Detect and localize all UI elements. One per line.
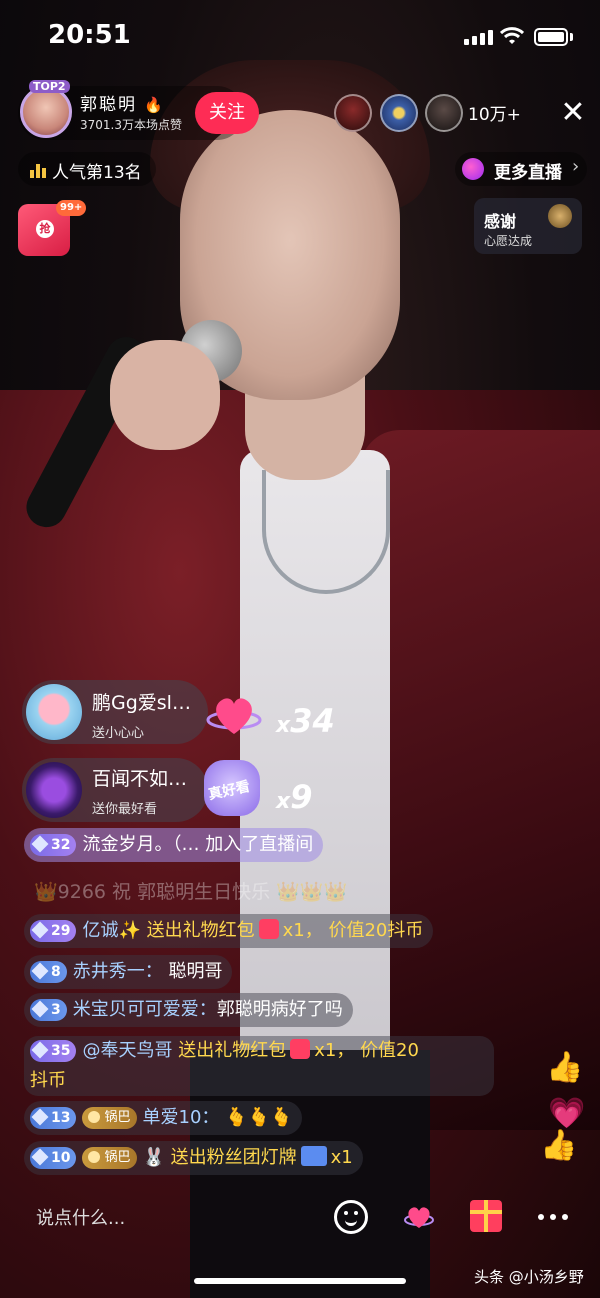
chat-message[interactable]: 35 @奉天鸟哥 送出礼物红包 x1， 价值20 抖币 (24, 1036, 494, 1096)
live-stream-screen: 20:51 TOP2 郭聪明 🔥 3701.3万本场点赞 关注 10万+ ✕ 人… (0, 0, 600, 1298)
battery-cap (570, 33, 573, 41)
fire-icon: 🔥 (144, 96, 166, 114)
chat-message[interactable]: 10 锅巴 🐰 送出粉丝团灯牌 x1 (24, 1141, 363, 1175)
gift-combo-count: x9 (276, 778, 313, 816)
wifi-icon (500, 27, 524, 44)
watermark: 头条 @小汤乡野 (474, 1268, 584, 1286)
chat-message[interactable]: 8 赤井秀一： 聪明哥 (24, 955, 233, 989)
host-name-text: 郭聪明 (80, 95, 137, 115)
message-text: 聪明哥 (168, 961, 223, 982)
like-heart-icon[interactable] (404, 1202, 434, 1230)
thumbs-up-float-icon: 👍 (546, 1050, 584, 1085)
envelope-seal: 抢 (36, 220, 54, 238)
user-avatar[interactable] (26, 762, 82, 818)
rank-badge: TOP2 (29, 80, 70, 93)
thumbs-up-float-icon: 👍 (540, 1128, 578, 1163)
user-name: 亿诚✨ (82, 920, 141, 941)
chat-message[interactable]: 3 米宝贝可可爱爱：郭聪明病好了吗 (24, 993, 353, 1027)
join-message: 32 流金岁月。（… 加入了直播间 (24, 828, 324, 862)
envelope-count-badge: 99+ (56, 200, 87, 216)
live-planet-icon (462, 158, 484, 180)
more-icon[interactable] (538, 1214, 568, 1220)
wish-card-title: 感谢 (484, 212, 517, 231)
signal-icon (464, 30, 493, 45)
gift-action: 送出礼物红包 (178, 1040, 287, 1061)
chat-message[interactable]: 13 锅巴 单爱10： 🫰🫰🫰 (24, 1101, 303, 1135)
chat-message[interactable]: 29 亿诚✨ 送出礼物红包 x1， 价值20抖币 (24, 914, 434, 948)
fan-club-badge: 锅巴 (82, 1107, 137, 1129)
host-likes: 3701.3万本场点赞 (80, 118, 182, 132)
faded-message: 👑9266 祝 郭聪明生日快乐 👑👑👑 (34, 881, 348, 903)
viewer-avatar[interactable] (425, 94, 463, 132)
user-avatar[interactable] (26, 684, 82, 740)
chevron-right-icon: › (572, 156, 580, 177)
message-text: 🫰🫰🫰 (225, 1107, 293, 1128)
gift-text: 真好看 (207, 778, 252, 804)
wish-card-subtitle: 心愿达成 (484, 234, 533, 248)
user-name: 🐰 (142, 1147, 165, 1168)
gift-icon[interactable] (470, 1200, 502, 1232)
fan-lightboard-icon (300, 1146, 327, 1166)
user-level-badge: 35 (30, 1040, 77, 1062)
home-indicator[interactable] (194, 1278, 406, 1284)
wish-card-avatar (548, 204, 572, 228)
gift-value: 价值20抖币 (328, 920, 424, 941)
viewer-count[interactable]: 10万+ (468, 98, 552, 132)
user-name: 单爱10： (142, 1107, 220, 1128)
bar-chart-icon (30, 160, 46, 178)
user-level-badge: 10 (30, 1147, 77, 1169)
user-name: 流金岁月。（… (82, 834, 200, 855)
host-avatar[interactable] (20, 86, 72, 138)
comment-input[interactable]: 说点什么... (18, 1196, 336, 1242)
gift-value: 价值20 (360, 1040, 419, 1061)
popularity-rank: 人气第13名 (52, 163, 142, 183)
gift-icon: 真好看 (204, 760, 260, 816)
close-icon[interactable]: ✕ (558, 98, 588, 128)
user-name: 米宝贝可可爱爱： (72, 999, 217, 1020)
fan-club-badge: 锅巴 (82, 1147, 137, 1169)
message-text: 郭聪明病好了吗 (216, 999, 343, 1020)
gift-action: 送你最好看 (92, 802, 158, 817)
clock: 20:51 (48, 20, 131, 50)
viewer-avatar[interactable] (334, 94, 372, 132)
heart-float-icon: 💗 (548, 1096, 586, 1131)
more-live-label: 更多直播 (494, 163, 562, 183)
gift-sender-name: 百闻不如… (92, 768, 188, 790)
user-level-badge: 8 (30, 961, 67, 983)
gift-action: 送出礼物红包 (146, 920, 255, 941)
performer-hand (110, 340, 220, 450)
performer-jacket-right (360, 430, 600, 1130)
red-envelope-icon (258, 919, 279, 939)
emoji-icon[interactable] (334, 1200, 368, 1234)
user-level-badge: 13 (30, 1107, 77, 1129)
user-name: 赤井秀一： (72, 961, 163, 982)
user-name: @奉天鸟哥 (82, 1040, 173, 1061)
user-level-badge: 29 (30, 920, 77, 942)
host-name: 郭聪明 🔥 (80, 90, 165, 115)
join-text: 加入了直播间 (205, 834, 314, 855)
gift-value-unit: 抖币 (30, 1070, 66, 1091)
gift-action: 送出粉丝团灯牌 (170, 1147, 297, 1168)
red-envelope-icon (290, 1039, 311, 1059)
viewer-avatar[interactable] (380, 94, 418, 132)
heart-gift-icon (206, 698, 262, 734)
user-level-badge: 3 (30, 999, 67, 1021)
follow-button[interactable]: 关注 (195, 92, 259, 134)
gift-sender-name: 鹏Gg爱sl… (92, 692, 191, 714)
gift-action: 送小心心 (92, 726, 145, 741)
user-level-badge: 32 (30, 834, 77, 856)
gift-combo-count: x34 (276, 702, 335, 740)
battery-icon (534, 28, 568, 46)
status-bar: 20:51 (0, 0, 600, 76)
performer-necklace (262, 470, 390, 594)
